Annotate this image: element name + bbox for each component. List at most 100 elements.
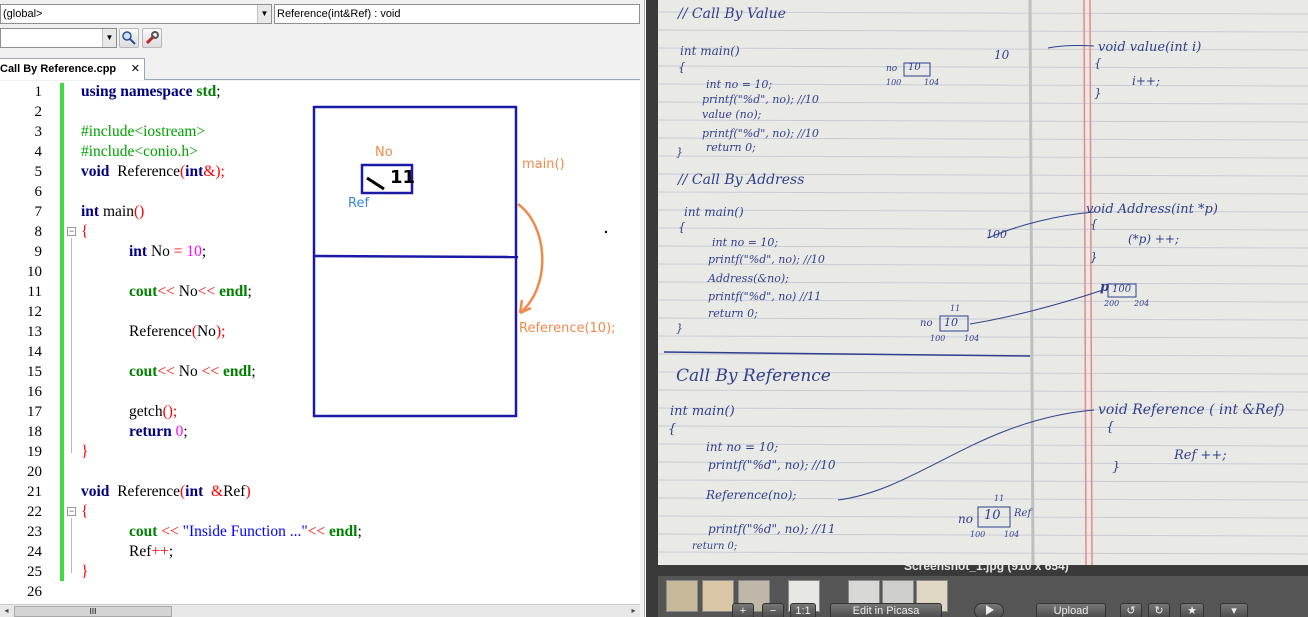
scroll-left-icon[interactable]: ◂	[0, 605, 13, 617]
ruled-line	[658, 65, 1308, 69]
chevron-down-icon[interactable]: ▼	[102, 29, 116, 47]
link-arrow	[1047, 44, 1095, 49]
zoom-out-button[interactable]: −	[762, 603, 784, 617]
tab-call-by-reference[interactable]: Call By Reference.cpp ✕	[0, 58, 145, 80]
ruled-line	[658, 389, 1308, 393]
note-line: i++;	[1132, 74, 1160, 88]
memory-value: 10	[944, 316, 958, 329]
ruled-line	[658, 425, 1308, 429]
ruled-line	[658, 515, 1308, 519]
scope-combo-value: (global>	[3, 8, 43, 20]
note-line: int no = 10;	[706, 440, 779, 454]
note-line: }	[676, 146, 683, 159]
memory-address: 200	[1104, 299, 1120, 308]
thumbnail[interactable]	[666, 580, 698, 612]
wrench-icon	[145, 31, 159, 45]
note-heading: // Call By Value	[678, 6, 786, 22]
note-line: void value(int i)	[1098, 40, 1202, 55]
rotate-left-icon: ↺	[1126, 605, 1136, 617]
memory-value: 10	[984, 508, 1001, 523]
note-line: printf("%d", no); //11	[708, 522, 836, 536]
play-button[interactable]	[974, 603, 1004, 617]
note-heading: Call By Reference	[676, 366, 831, 386]
notebook-photo: // Call By Value int main() { int no = 1…	[658, 0, 1308, 565]
ruled-line	[658, 479, 1308, 483]
stack-frame-box	[312, 105, 518, 418]
note-line: return 0;	[708, 307, 758, 320]
rotate-right-button[interactable]: ↻	[1148, 603, 1170, 617]
note-line: }	[1094, 86, 1102, 100]
rotate-left-button[interactable]: ↺	[1120, 603, 1142, 617]
star-icon: ★	[1187, 605, 1197, 617]
note-line: int no = 10;	[712, 236, 779, 249]
note-line: int main()	[680, 44, 740, 58]
memory-value: 100	[1112, 284, 1132, 295]
ruled-line	[658, 191, 1308, 195]
tab-label: Call By Reference.cpp	[0, 63, 117, 75]
ide-window: (global> ▼ Reference(int&Ref) : void ▼ C…	[0, 0, 645, 617]
scrollbar-thumb[interactable]: III	[14, 606, 172, 617]
note-line: Address(&no);	[708, 272, 789, 285]
code-editor[interactable]: 1 2 3 4 5 6 7 8 9 10 11 12 13 14 15 16 1…	[0, 81, 640, 604]
memory-address: 100	[886, 78, 902, 87]
note-line: return 0;	[692, 541, 738, 552]
memory-label: Ref	[1014, 508, 1032, 519]
chevron-down-icon: ▾	[1231, 605, 1237, 617]
note-line: {	[1106, 420, 1115, 435]
memory-address: 204	[1134, 299, 1150, 308]
note-line: printf("%d", no) //11	[708, 290, 822, 303]
note-line: printf("%d", no); //10	[708, 458, 836, 472]
tools-button[interactable]	[142, 28, 162, 48]
ref-label: Ref	[348, 196, 370, 211]
actual-size-button[interactable]: 1:1	[790, 603, 816, 617]
note-line: }	[1112, 460, 1121, 475]
chevron-down-icon[interactable]: ▼	[257, 5, 271, 23]
note-line: return 0;	[706, 141, 756, 154]
search-combo[interactable]: ▼	[0, 28, 117, 48]
close-icon[interactable]: ✕	[131, 59, 140, 79]
horizontal-scrollbar[interactable]: ◂ III ▸	[0, 604, 640, 617]
memory-label: p	[1100, 280, 1110, 295]
memory-address: 100	[970, 530, 986, 539]
note-line: int main()	[670, 404, 735, 419]
upload-button[interactable]: Upload	[1036, 603, 1106, 617]
search-icon	[122, 31, 136, 45]
memory-address: 104	[1004, 530, 1020, 539]
zoom-in-button[interactable]: +	[732, 603, 754, 617]
memory-label: no	[920, 318, 933, 329]
cell-value: 11	[390, 167, 416, 188]
note-line: Reference(no);	[706, 488, 797, 502]
strike-mark	[366, 176, 385, 191]
memory-address: 104	[964, 334, 980, 343]
note-heading: // Call By Address	[678, 172, 805, 188]
search-button[interactable]	[119, 28, 139, 48]
stack-frame-divider	[313, 254, 519, 259]
margin-line	[1089, 0, 1093, 565]
note-line: void Reference ( int &Ref)	[1098, 402, 1285, 418]
dot-mark	[604, 230, 608, 234]
star-button[interactable]: ★	[1180, 603, 1204, 617]
memory-label: no	[886, 64, 898, 74]
memory-value: 10	[908, 62, 921, 73]
edit-in-picasa-button[interactable]: Edit in Picasa	[830, 603, 942, 617]
note-line: value (no);	[702, 108, 762, 121]
scope-combo[interactable]: (global> ▼	[0, 4, 272, 24]
note-line: {	[668, 422, 677, 437]
note-line: printf("%d", no); //10	[708, 253, 825, 266]
play-icon	[986, 605, 994, 615]
note-line: {	[1094, 56, 1102, 70]
ruled-line	[658, 155, 1308, 159]
scroll-right-icon[interactable]: ▸	[627, 605, 640, 617]
memory-address: 100	[930, 334, 946, 343]
thumbnail[interactable]	[702, 580, 734, 612]
link-arrow	[837, 409, 1095, 501]
memory-value: 11	[994, 494, 1005, 503]
rotate-right-icon: ↻	[1154, 605, 1164, 617]
ruled-line	[658, 47, 1308, 51]
function-combo[interactable]: Reference(int&Ref) : void	[274, 4, 640, 24]
function-combo-value: Reference(int&Ref) : void	[277, 8, 401, 20]
image-caption: Screenshot_1.jpg (910 x 654)	[904, 559, 1069, 573]
menu-button[interactable]: ▾	[1220, 603, 1248, 617]
note-line: void Address(int *p)	[1086, 202, 1218, 217]
note-line: {	[678, 60, 686, 74]
